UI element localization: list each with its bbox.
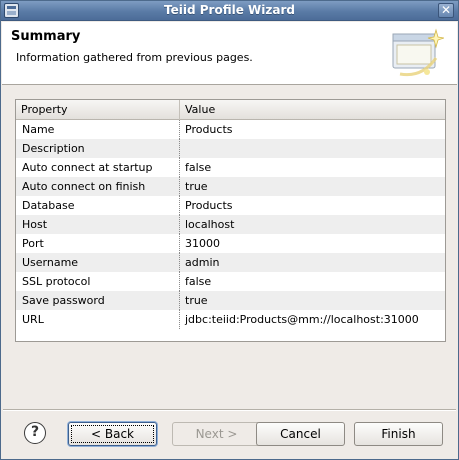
table-row[interactable]: Description xyxy=(16,139,445,158)
button-bar-divider xyxy=(3,409,456,411)
table-row[interactable]: URL jdbc:teiid:Products@mm://localhost:31… xyxy=(16,310,445,329)
title-bar[interactable]: Teiid Profile Wizard ✕ xyxy=(1,1,458,21)
column-header-value[interactable]: Value xyxy=(180,100,445,120)
property-cell: Username xyxy=(16,253,180,272)
page-description: Information gathered from previous pages… xyxy=(16,51,253,64)
value-cell: true xyxy=(185,294,208,307)
back-button[interactable]: < Back xyxy=(68,422,157,446)
wizard-banner: Summary Information gathered from previo… xyxy=(2,22,457,85)
value-cell: 31000 xyxy=(185,237,220,250)
property-cell: Host xyxy=(16,215,180,234)
value-cell: localhost xyxy=(185,218,235,231)
value-cell: true xyxy=(185,180,208,193)
property-cell: URL xyxy=(16,310,180,329)
property-cell: Save password xyxy=(16,291,180,310)
table-row[interactable]: Auto connect at startup false xyxy=(16,158,445,177)
finish-button[interactable]: Finish xyxy=(354,422,443,446)
table-row[interactable]: Name Products xyxy=(16,120,445,139)
value-cell xyxy=(180,139,445,158)
value-cell: admin xyxy=(185,256,220,269)
property-cell: SSL protocol xyxy=(16,272,180,291)
help-icon[interactable]: ? xyxy=(24,422,46,444)
value-cell: jdbc:teiid:Products@mm://localhost:31000 xyxy=(185,313,419,326)
table-row[interactable]: Host localhost xyxy=(16,215,445,234)
next-button[interactable]: Next > xyxy=(172,422,261,446)
wizard-dialog: Teiid Profile Wizard ✕ Summary Informati… xyxy=(0,0,459,460)
property-cell: Auto connect at startup xyxy=(16,158,180,177)
property-cell: Name xyxy=(16,120,180,139)
value-cell: Products xyxy=(185,199,233,212)
table-row[interactable]: Auto connect on finish true xyxy=(16,177,445,196)
cancel-button[interactable]: Cancel xyxy=(256,422,345,446)
table-row[interactable]: Database Products xyxy=(16,196,445,215)
table-row[interactable]: Port 31000 xyxy=(16,234,445,253)
table-row[interactable]: Username admin xyxy=(16,253,445,272)
summary-table[interactable]: Property Value Name Products Description Au… xyxy=(15,99,446,342)
value-cell: false xyxy=(185,161,212,174)
value-cell: false xyxy=(185,275,212,288)
property-cell: Database xyxy=(16,196,180,215)
table-header: Property Value xyxy=(16,100,445,120)
table-row[interactable]: SSL protocol false xyxy=(16,272,445,291)
close-icon[interactable]: ✕ xyxy=(438,3,454,18)
property-cell: Auto connect on finish xyxy=(16,177,180,196)
wizard-banner-icon xyxy=(392,28,444,77)
page-title: Summary xyxy=(11,29,81,44)
column-header-property[interactable]: Property xyxy=(16,100,180,120)
property-cell: Description xyxy=(16,139,180,158)
value-cell: Products xyxy=(185,123,233,136)
window-title: Teiid Profile Wizard xyxy=(164,3,295,17)
table-row[interactable]: Save password true xyxy=(16,291,445,310)
property-cell: Port xyxy=(16,234,180,253)
